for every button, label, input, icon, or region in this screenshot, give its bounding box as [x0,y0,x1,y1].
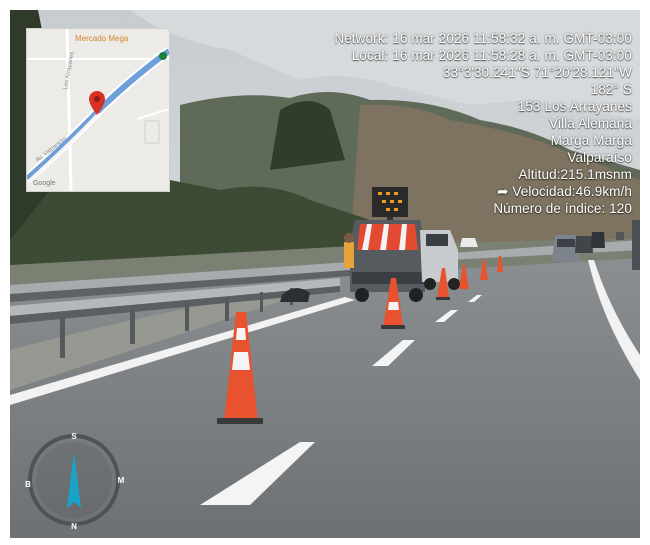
heading-text: 182° S [590,82,632,97]
region-text: Valparaíso [567,150,632,165]
local-time-text: Local: 16 mar 2026 11:58:28 a. m. GMT-03… [351,48,632,63]
compass-widget: S N M B [24,430,125,531]
compass-label-left: B [25,480,31,489]
speed-arrow-icon: ➦ [497,184,513,199]
index-number-text: Número de índice: 120 [493,201,632,216]
city-text: Villa Alemana [549,116,632,131]
gps-stamp-overlay: Network: 16 mar 2026 11:58:32 a. m. GMT-… [334,30,632,217]
speed-value: Velocidad:46.9km/h [512,184,632,199]
street-text: 153 Los Arrayanes [517,99,632,114]
google-logo: Google [33,180,56,187]
speed-text: ➦ Velocidad:46.9km/h [334,183,632,200]
mini-map[interactable]: Mercado Mega Los Arrayanes Av. Valparaís… [26,28,170,192]
compass-label-bottom: N [71,522,77,530]
camera-photo-frame: Mercado Mega Los Arrayanes Av. Valparaís… [10,10,640,538]
coordinates-text: 33°3'30.241"S 71°20'28.121"W [443,65,632,80]
compass-label-right: M [118,476,124,485]
network-time-text: Network: 16 mar 2026 11:58:32 a. m. GMT-… [334,31,632,46]
province-text: Marga Marga [550,133,632,148]
map-place-label: Mercado Mega [75,34,129,43]
compass-label-top: S [71,432,77,441]
altitude-text: Altitud:215.1msnm [518,167,632,182]
compass-icon: S N M B [25,432,125,531]
map-pin-icon [89,91,105,115]
